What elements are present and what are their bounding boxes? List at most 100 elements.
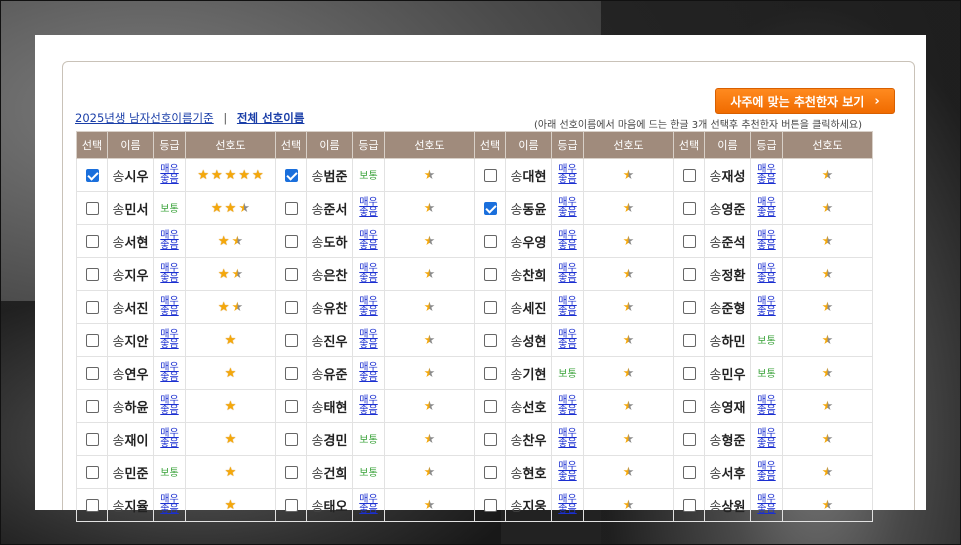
- name-checkbox[interactable]: [483, 432, 497, 446]
- name-checkbox[interactable]: [85, 498, 99, 512]
- grade-very-good[interactable]: 매우 좋음: [757, 395, 775, 416]
- name-checkbox[interactable]: [682, 168, 696, 182]
- name-checkbox[interactable]: [85, 201, 99, 215]
- name-checkbox[interactable]: [284, 432, 298, 446]
- grade-very-good[interactable]: 매우 좋음: [160, 329, 178, 350]
- name-checkbox[interactable]: [682, 234, 696, 248]
- name-checkbox[interactable]: [85, 234, 99, 248]
- name-checkbox[interactable]: [284, 399, 298, 413]
- name-checkbox[interactable]: [682, 366, 696, 380]
- grade-very-good[interactable]: 매우 좋음: [757, 494, 775, 515]
- grade-very-good[interactable]: 매우 좋음: [359, 296, 377, 317]
- grade-very-good[interactable]: 매우 좋음: [160, 428, 178, 449]
- birth-criteria-link[interactable]: 2025년생 남자선호이름기준: [75, 111, 214, 125]
- grade-cell: 매우 좋음: [352, 257, 385, 291]
- name-cell: 송진우: [306, 323, 353, 357]
- name-checkbox[interactable]: [483, 366, 497, 380]
- select-cell: [275, 257, 307, 291]
- grade-very-good[interactable]: 매우 좋음: [558, 296, 576, 317]
- grade-very-good[interactable]: 매우 좋음: [757, 197, 775, 218]
- name-checkbox[interactable]: [682, 201, 696, 215]
- name-checkbox[interactable]: [85, 465, 99, 479]
- grade-line: 좋음: [558, 404, 577, 416]
- grade-very-good[interactable]: 매우 좋음: [558, 164, 576, 185]
- given-name: 유찬: [323, 301, 348, 317]
- grade-very-good[interactable]: 매우 좋음: [359, 329, 377, 350]
- half-star-icon: ★: [622, 497, 635, 513]
- name-checkbox[interactable]: [85, 432, 99, 446]
- name-checkbox[interactable]: [284, 300, 298, 314]
- name-checkbox[interactable]: [682, 498, 696, 512]
- grade-very-good[interactable]: 매우 좋음: [558, 329, 576, 350]
- name-cell: 송태현: [306, 389, 353, 423]
- grade-very-good[interactable]: 매우 좋음: [558, 494, 576, 515]
- name-checkbox[interactable]: [483, 267, 497, 281]
- grade-very-good[interactable]: 매우 좋음: [160, 395, 178, 416]
- name-checkbox[interactable]: [483, 168, 497, 182]
- grade-very-good[interactable]: 매우 좋음: [359, 395, 377, 416]
- name-checkbox[interactable]: [85, 267, 99, 281]
- name-checkbox[interactable]: [284, 465, 298, 479]
- grade-very-good[interactable]: 매우 좋음: [558, 263, 576, 284]
- grade-very-good[interactable]: 매우 좋음: [359, 263, 377, 284]
- name-checkbox[interactable]: [682, 399, 696, 413]
- grade-line: 좋음: [757, 305, 776, 317]
- name-cell: 송연우: [107, 356, 154, 390]
- name-checkbox[interactable]: [284, 234, 298, 248]
- name-checkbox[interactable]: [284, 333, 298, 347]
- grade-very-good[interactable]: 매우 좋음: [558, 197, 576, 218]
- name-checkbox[interactable]: [85, 300, 99, 314]
- grade-line: 좋음: [160, 371, 179, 383]
- grade-very-good[interactable]: 매우 좋음: [160, 263, 178, 284]
- name-checkbox[interactable]: [483, 498, 497, 512]
- grade-very-good[interactable]: 매우 좋음: [160, 494, 178, 515]
- grade-very-good[interactable]: 매우 좋음: [359, 230, 377, 251]
- grade-very-good[interactable]: 매우 좋음: [757, 428, 775, 449]
- name-cell: 송현호: [505, 455, 552, 489]
- surname: 송: [510, 400, 523, 416]
- header-select: 선택: [474, 131, 506, 159]
- name-checkbox[interactable]: [85, 333, 99, 347]
- grade-very-good[interactable]: 매우 좋음: [359, 494, 377, 515]
- name-checkbox[interactable]: [483, 300, 497, 314]
- name-checkbox[interactable]: [85, 399, 99, 413]
- name-checkbox[interactable]: [284, 498, 298, 512]
- grade-very-good[interactable]: 매우 좋음: [160, 296, 178, 317]
- grade-very-good[interactable]: 매우 좋음: [558, 428, 576, 449]
- name-checkbox[interactable]: [682, 432, 696, 446]
- recommend-hanja-button[interactable]: 사주에 맞는 추천한자 보기 ›: [715, 88, 895, 114]
- name-checkbox[interactable]: [483, 201, 497, 215]
- grade-very-good[interactable]: 매우 좋음: [558, 395, 577, 416]
- grade-very-good[interactable]: 매우 좋음: [359, 362, 377, 383]
- grade-very-good[interactable]: 매우 좋음: [558, 230, 576, 251]
- grade-very-good[interactable]: 매우 좋음: [757, 461, 775, 482]
- grade-very-good[interactable]: 매우 좋음: [757, 296, 776, 317]
- surname: 송: [311, 466, 324, 482]
- grade-very-good[interactable]: 매우 좋음: [757, 263, 775, 284]
- grade-very-good[interactable]: 매우 좋음: [160, 164, 178, 185]
- name-checkbox[interactable]: [483, 465, 497, 479]
- surname: 송: [112, 433, 125, 449]
- grade-very-good[interactable]: 매우 좋음: [757, 230, 775, 251]
- name-checkbox[interactable]: [483, 333, 497, 347]
- name-checkbox[interactable]: [682, 267, 696, 281]
- name-checkbox[interactable]: [85, 168, 99, 182]
- grade-very-good[interactable]: 매우 좋음: [160, 230, 178, 251]
- name-checkbox[interactable]: [682, 465, 696, 479]
- name-checkbox[interactable]: [284, 201, 298, 215]
- grade-very-good[interactable]: 매우 좋음: [558, 461, 576, 482]
- grade-cell: 매우 좋음: [750, 191, 783, 225]
- name-checkbox[interactable]: [284, 168, 298, 182]
- all-names-link[interactable]: 전체 선호이름: [237, 111, 304, 125]
- grade-very-good[interactable]: 매우 좋음: [359, 197, 377, 218]
- preference-cell: ★: [583, 389, 674, 423]
- grade-very-good[interactable]: 매우 좋음: [757, 164, 775, 185]
- name-checkbox[interactable]: [483, 399, 497, 413]
- name-checkbox[interactable]: [483, 234, 497, 248]
- name-checkbox[interactable]: [284, 366, 298, 380]
- name-checkbox[interactable]: [284, 267, 298, 281]
- grade-very-good[interactable]: 매우 좋음: [160, 362, 179, 383]
- name-checkbox[interactable]: [682, 300, 696, 314]
- name-checkbox[interactable]: [682, 333, 696, 347]
- name-checkbox[interactable]: [85, 366, 99, 380]
